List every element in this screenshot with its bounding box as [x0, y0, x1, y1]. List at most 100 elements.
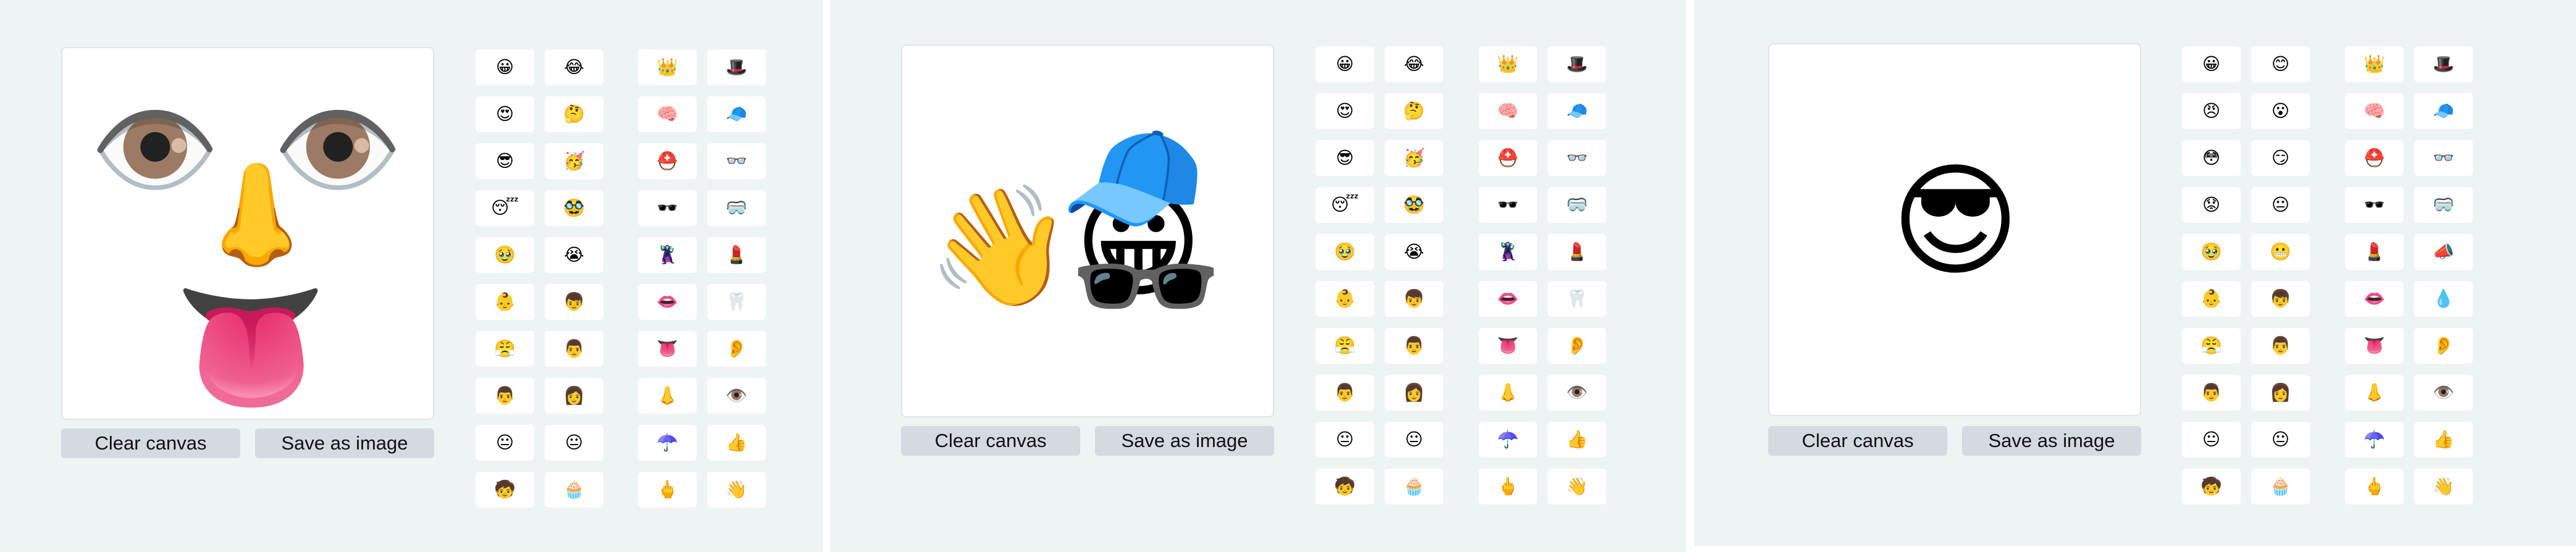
emoji-tile-icon[interactable]: 😀	[2182, 46, 2241, 82]
emoji-tile-icon[interactable]: 💧	[2414, 281, 2473, 317]
emoji-tile-icon[interactable]: 💄	[2345, 234, 2404, 270]
save-as-image-button[interactable]: Save as image	[1095, 426, 1274, 456]
emoji-tile-icon[interactable]: 🕶️	[638, 190, 697, 226]
emoji-tile-icon[interactable]: 🕶️	[1479, 187, 1537, 223]
emoji-tile-icon[interactable]: 😐	[545, 425, 603, 461]
emoji-tile-icon[interactable]: 🧢	[1548, 93, 1606, 129]
emoji-tile-icon[interactable]: 🥽	[2414, 187, 2473, 223]
emoji-tile-icon[interactable]: 😀	[476, 49, 534, 85]
emoji-tile-icon[interactable]: 👁️	[707, 378, 766, 414]
emoji-tile-icon[interactable]: 😳	[2182, 140, 2241, 176]
emoji-tile-icon[interactable]: 👋	[2414, 469, 2473, 504]
emoji-tile-icon[interactable]: 👅	[1479, 328, 1537, 364]
emoji-tile-icon[interactable]: 😏	[2251, 140, 2310, 176]
emoji-tile-icon[interactable]: 😬	[2251, 234, 2310, 270]
emoji-tile-icon[interactable]: 🖕	[2345, 469, 2404, 504]
emoji-tile-icon[interactable]: 🕶️	[2345, 187, 2404, 223]
emoji-tile-icon[interactable]: 😊	[2251, 46, 2310, 82]
emoji-tile-icon[interactable]: 🧁	[1385, 469, 1443, 504]
emoji-tile-icon[interactable]: 👑	[2345, 46, 2404, 82]
emoji-tile-icon[interactable]: 💄	[1548, 234, 1606, 270]
emoji-tile-icon[interactable]: 😀	[1315, 46, 1374, 82]
emoji-tile-icon[interactable]: 👓	[1548, 140, 1606, 176]
emoji-tile-icon[interactable]: 😍	[1315, 93, 1374, 129]
emoji-tile-icon[interactable]: 👋	[1548, 469, 1606, 504]
placed-sunglasses-face-icon[interactable]: 😎	[1891, 160, 2020, 283]
emoji-tile-icon[interactable]: 👓	[707, 143, 766, 179]
emoji-tile-icon[interactable]: 👦	[545, 284, 603, 320]
emoji-tile-icon[interactable]: 👄	[638, 284, 697, 320]
placed-nose-icon[interactable]: 👃	[195, 165, 318, 264]
emoji-tile-icon[interactable]: 🖕	[638, 472, 697, 508]
emoji-tile-icon[interactable]: ☂️	[638, 425, 697, 461]
save-as-image-button[interactable]: Save as image	[1962, 426, 2141, 456]
emoji-tile-icon[interactable]: 😐	[1315, 422, 1374, 458]
emoji-tile-icon[interactable]: 👅	[2345, 328, 2404, 364]
emoji-tile-icon[interactable]: 👓	[2414, 140, 2473, 176]
emoji-tile-icon[interactable]: 😴	[1315, 187, 1374, 223]
emoji-tile-icon[interactable]: 🥸	[1385, 187, 1443, 223]
emoji-tile-icon[interactable]: 🥸	[545, 190, 603, 226]
placed-tongue-icon[interactable]: 👅	[174, 286, 327, 409]
clear-canvas-button[interactable]: Clear canvas	[61, 429, 240, 458]
emoji-tile-icon[interactable]: 👶	[476, 284, 534, 320]
emoji-tile-icon[interactable]: 😍	[476, 96, 534, 132]
emoji-tile-icon[interactable]: 👩	[1385, 375, 1443, 411]
emoji-tile-icon[interactable]: 🧁	[545, 472, 603, 508]
emoji-tile-icon[interactable]: 👑	[638, 49, 697, 85]
emoji-tile-icon[interactable]: 😭	[1385, 234, 1443, 270]
emoji-tile-icon[interactable]: 🎩	[1548, 46, 1606, 82]
emoji-tile-icon[interactable]: 😮	[2251, 93, 2310, 129]
emoji-tile-icon[interactable]: 👩	[545, 378, 603, 414]
emoji-tile-icon[interactable]: 🧠	[1479, 93, 1537, 129]
emoji-tile-icon[interactable]: ⛑️	[1479, 140, 1537, 176]
emoji-tile-icon[interactable]: 👂	[707, 331, 766, 367]
emoji-tile-icon[interactable]: 👁️	[2414, 375, 2473, 411]
clear-canvas-button[interactable]: Clear canvas	[1768, 426, 1947, 456]
emoji-tile-icon[interactable]: 😤	[476, 331, 534, 367]
emoji-tile-icon[interactable]: 👃	[638, 378, 697, 414]
emoji-tile-icon[interactable]: 👁️	[1548, 375, 1606, 411]
emoji-tile-icon[interactable]: 🦷	[1548, 281, 1606, 317]
emoji-tile-icon[interactable]: 🥹	[476, 237, 534, 273]
emoji-tile-icon[interactable]: 😐	[476, 425, 534, 461]
emoji-tile-icon[interactable]: 🥳	[545, 143, 603, 179]
emoji-tile-icon[interactable]: 😐	[2251, 422, 2310, 458]
emoji-tile-icon[interactable]: 🧒	[476, 472, 534, 508]
emoji-tile-icon[interactable]: 🧒	[2182, 469, 2241, 504]
emoji-tile-icon[interactable]: 😭	[545, 237, 603, 273]
emoji-tile-icon[interactable]: 🦷	[707, 284, 766, 320]
emoji-tile-icon[interactable]: 📣	[2414, 234, 2473, 270]
emoji-tile-icon[interactable]: 👄	[1479, 281, 1537, 317]
emoji-tile-icon[interactable]: 🥹	[2182, 234, 2241, 270]
emoji-tile-icon[interactable]: 😟	[2182, 187, 2241, 223]
drawing-canvas[interactable]: 😎	[1768, 43, 2141, 416]
emoji-tile-icon[interactable]: 👂	[2414, 328, 2473, 364]
emoji-tile-icon[interactable]: 👃	[2345, 375, 2404, 411]
emoji-tile-icon[interactable]: 🧁	[2251, 469, 2310, 504]
emoji-tile-icon[interactable]: ⛑️	[638, 143, 697, 179]
emoji-tile-icon[interactable]: 🧠	[2345, 93, 2404, 129]
drawing-canvas[interactable]: 👁️ 👁️ 👃 👅	[61, 47, 434, 420]
emoji-tile-icon[interactable]: 👄	[2345, 281, 2404, 317]
emoji-tile-icon[interactable]: 🦹	[638, 237, 697, 273]
emoji-tile-icon[interactable]: 🤔	[1385, 93, 1443, 129]
emoji-tile-icon[interactable]: 🥳	[1385, 140, 1443, 176]
emoji-tile-icon[interactable]: 👦	[2251, 281, 2310, 317]
emoji-tile-icon[interactable]: 🧢	[707, 96, 766, 132]
emoji-tile-icon[interactable]: 🥽	[1548, 187, 1606, 223]
emoji-tile-icon[interactable]: 🥽	[707, 190, 766, 226]
emoji-tile-icon[interactable]: 👍	[1548, 422, 1606, 458]
emoji-tile-icon[interactable]: 👨	[476, 378, 534, 414]
emoji-tile-icon[interactable]: 🎩	[2414, 46, 2473, 82]
emoji-tile-icon[interactable]: 🤔	[545, 96, 603, 132]
save-as-image-button[interactable]: Save as image	[255, 429, 434, 458]
emoji-tile-icon[interactable]: ☂️	[2345, 422, 2404, 458]
emoji-tile-icon[interactable]: 🧒	[1315, 469, 1374, 504]
emoji-tile-icon[interactable]: 😎	[1315, 140, 1374, 176]
emoji-tile-icon[interactable]: 👦	[1385, 281, 1443, 317]
emoji-tile-icon[interactable]: 👋	[707, 472, 766, 508]
emoji-tile-icon[interactable]: 👅	[638, 331, 697, 367]
emoji-tile-icon[interactable]: 👨	[1315, 375, 1374, 411]
emoji-tile-icon[interactable]: 😠	[2182, 93, 2241, 129]
